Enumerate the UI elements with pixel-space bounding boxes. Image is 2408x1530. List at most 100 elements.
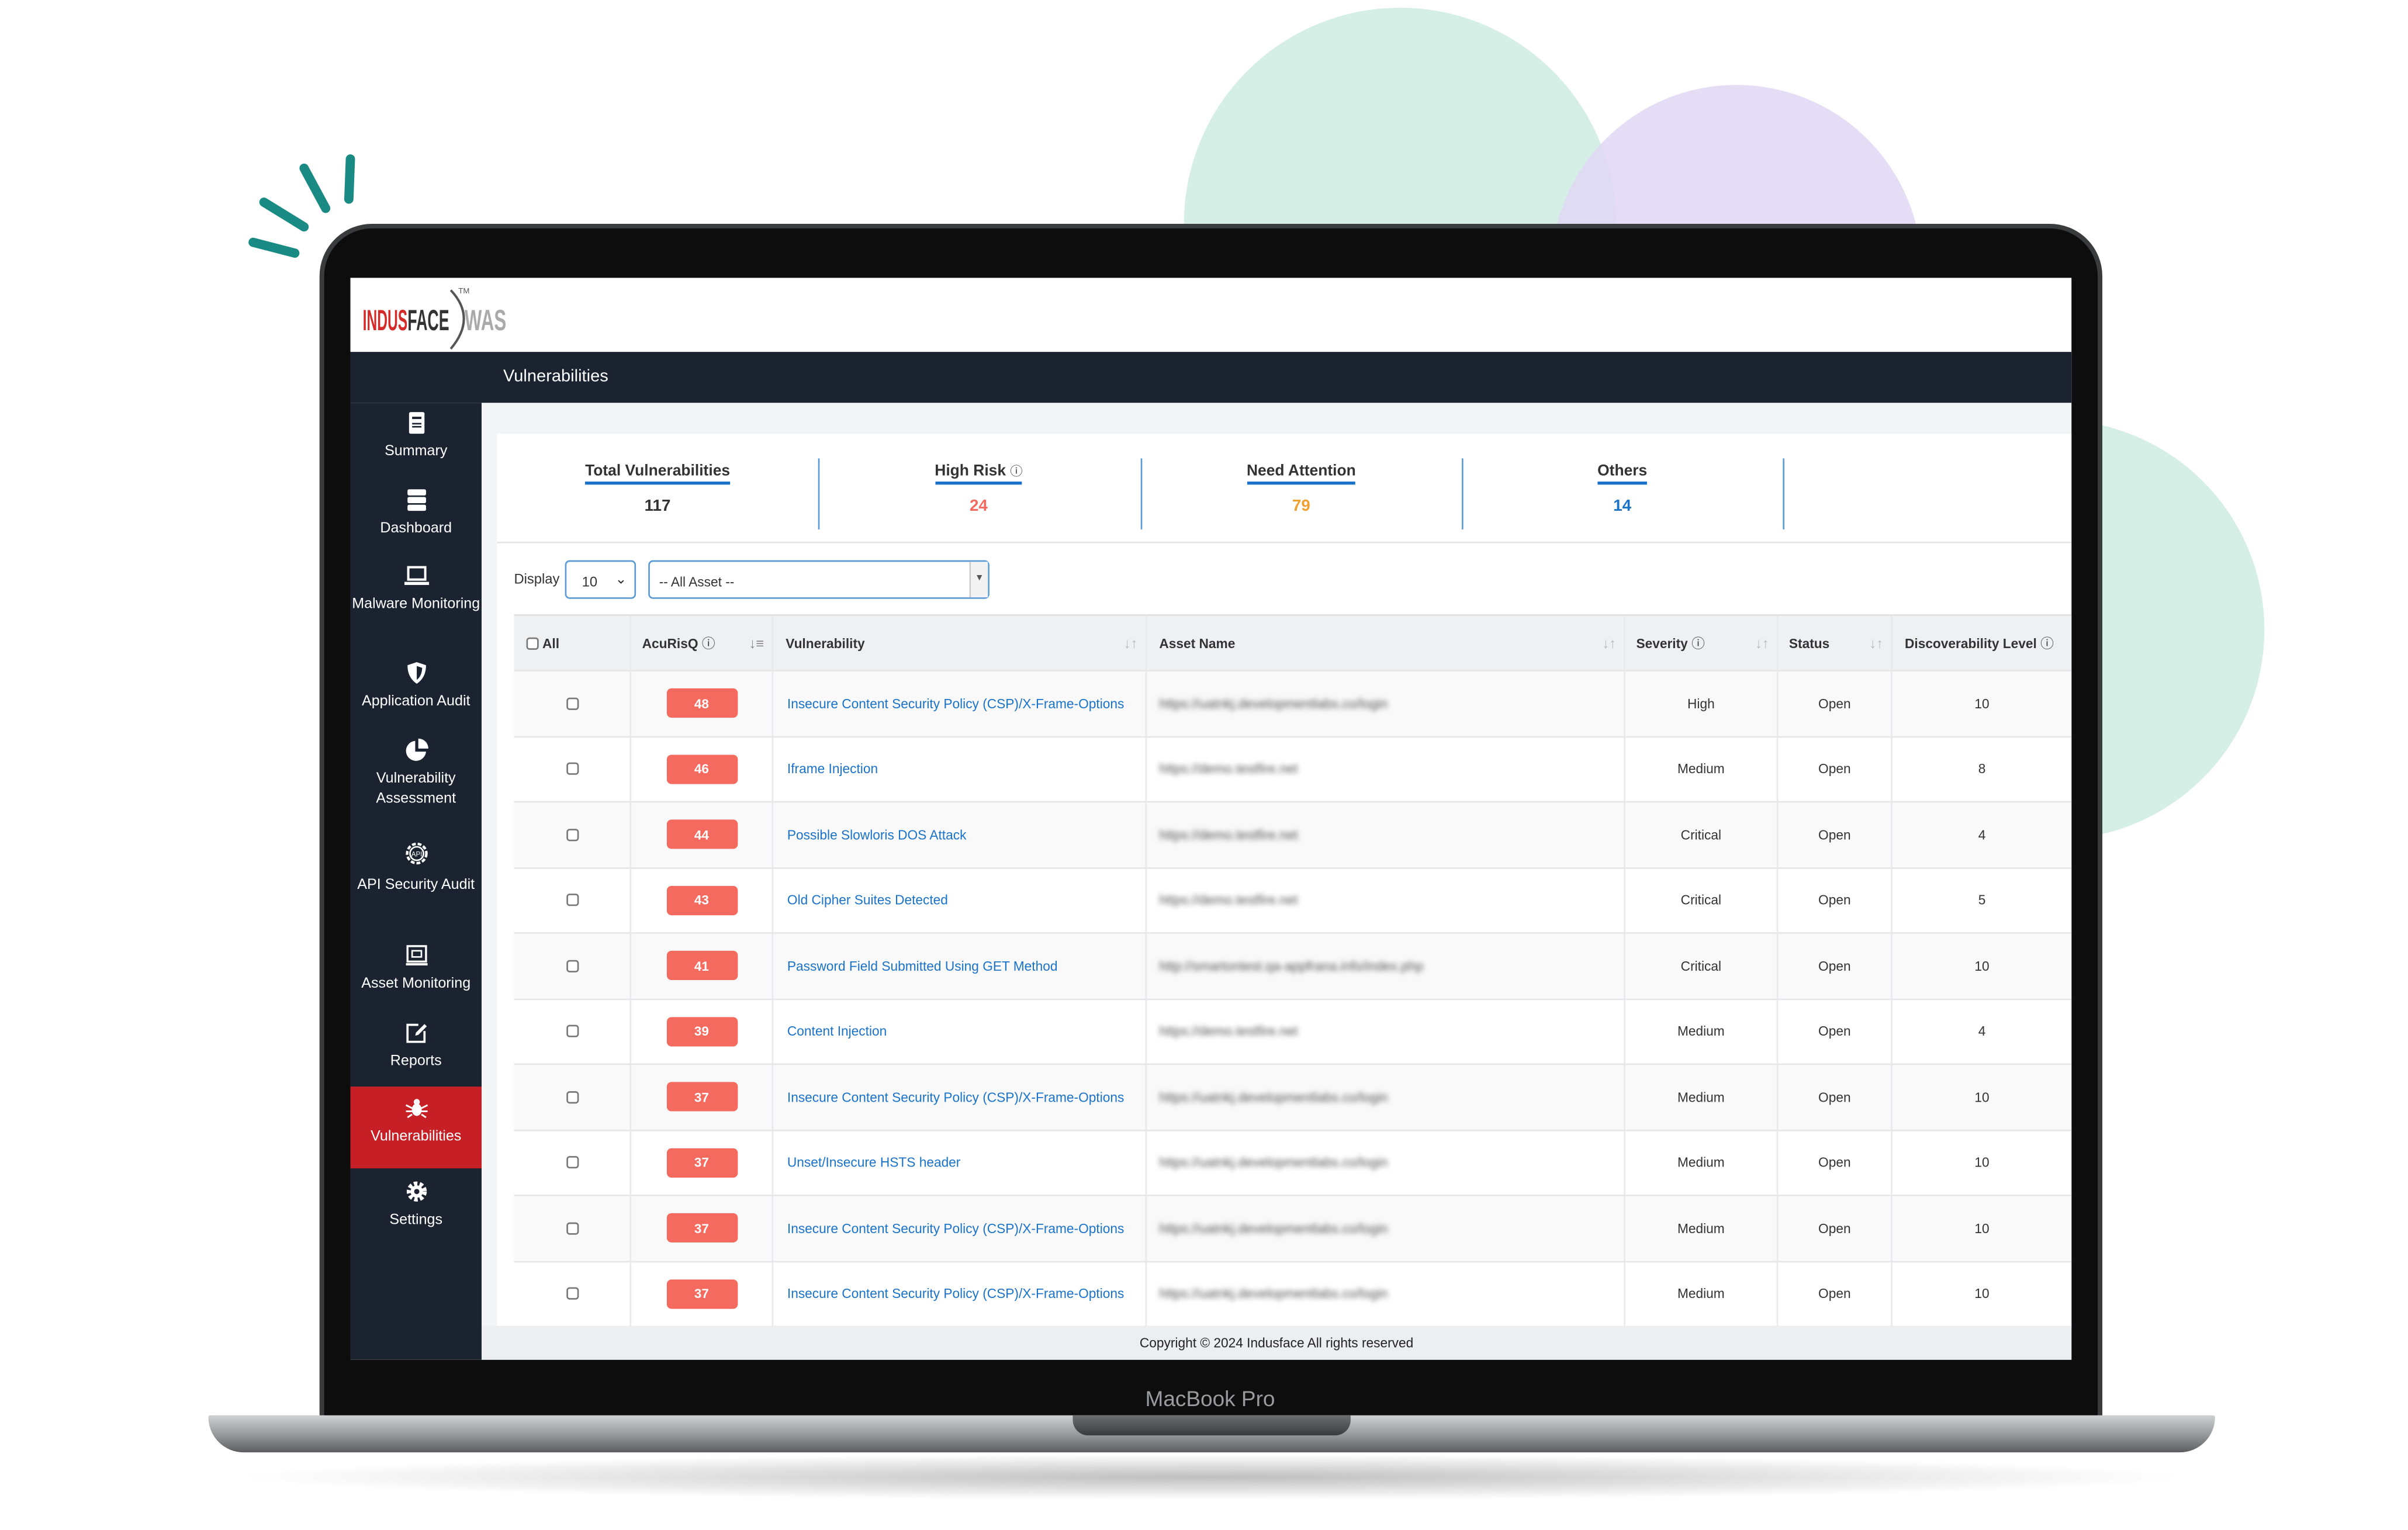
vulnerability-link[interactable]: Unset/Insecure HSTS header: [787, 1155, 960, 1170]
sidebar-item-settings[interactable]: Settings: [351, 1179, 482, 1249]
stat-label: Need Attention: [1246, 463, 1356, 485]
vulnerability-cell: Possible Slowloris DOS Attack: [771, 802, 1146, 867]
sidebar-label: Dashboard: [380, 520, 452, 538]
asset-filter-select[interactable]: -- All Asset -- ▼: [648, 560, 990, 599]
header-acurisq[interactable]: AcuRisQ ⓘ ↓≡: [629, 615, 772, 670]
row-checkbox[interactable]: [565, 1025, 579, 1038]
page-title: Vulnerabilities: [350, 352, 2072, 403]
stat-high-risk[interactable]: High Risk ⓘ 24: [818, 455, 1139, 515]
stat-value: 14: [1613, 497, 1632, 516]
table-row[interactable]: 37 Insecure Content Security Policy (CSP)…: [514, 1262, 2072, 1328]
row-checkbox[interactable]: [565, 1222, 579, 1235]
status: Open: [1818, 1220, 1851, 1236]
table-row[interactable]: 37 Insecure Content Security Policy (CSP)…: [514, 1196, 2072, 1262]
row-checkbox[interactable]: [565, 763, 579, 776]
select-all-checkbox[interactable]: [526, 636, 539, 649]
row-select[interactable]: [514, 737, 629, 801]
row-select[interactable]: [514, 1131, 629, 1195]
sort-icon[interactable]: ↓↑: [1755, 635, 1769, 650]
row-checkbox[interactable]: [565, 1091, 579, 1103]
row-select[interactable]: [514, 999, 629, 1064]
row-select[interactable]: [514, 934, 629, 998]
sidebar-item-asset-monitoring[interactable]: Asset Monitoring: [351, 943, 482, 1013]
sidebar-item-application-audit[interactable]: Application Audit: [351, 660, 482, 730]
sort-icon[interactable]: ↓↑: [1124, 635, 1138, 650]
sidebar-item-dashboard[interactable]: Dashboard: [351, 488, 482, 558]
vulnerability-cell: Unset/Insecure HSTS header: [771, 1130, 1146, 1195]
vulnerability-link[interactable]: Insecure Content Security Policy (CSP)/X…: [787, 1220, 1124, 1235]
asset-name: https://demo.testfire.net: [1159, 826, 1298, 843]
asset-name: https://demo.testfire.net: [1159, 761, 1298, 777]
table-row[interactable]: 37 Unset/Insecure HSTS header https://uatn…: [514, 1130, 2072, 1196]
sidebar-item-summary[interactable]: Summary: [351, 411, 482, 480]
header-status[interactable]: Status ↓↑: [1776, 615, 1891, 670]
acurisq-cell: 48: [629, 671, 772, 736]
row-checkbox[interactable]: [565, 960, 579, 972]
row-select[interactable]: [514, 1196, 629, 1261]
edit-icon: [406, 1023, 426, 1043]
discoverability-level: 4: [1978, 1023, 1986, 1040]
discoverability-level: 5: [1978, 892, 1986, 908]
vulnerability-link[interactable]: Content Injection: [787, 1024, 887, 1039]
row-checkbox[interactable]: [565, 1156, 579, 1169]
header-asset-name[interactable]: Asset Name ↓↑: [1145, 615, 1624, 670]
vulnerability-link[interactable]: Old Cipher Suites Detected: [787, 892, 948, 908]
status-cell: Open: [1776, 1130, 1891, 1195]
display-label: Display: [514, 571, 560, 587]
row-checkbox[interactable]: [565, 828, 579, 841]
app-screen: INDUS FACE WAS TM Vulnerabilities Summar…: [350, 278, 2072, 1360]
sort-desc-icon[interactable]: ↓≡: [749, 635, 764, 650]
marketing-stage: MacBook Pro INDUS FACE WAS TM Vulnerabil…: [0, 0, 2408, 1529]
acurisq-badge: 46: [666, 754, 738, 784]
row-select[interactable]: [514, 671, 629, 736]
gear-icon: [406, 1181, 426, 1202]
sidebar-item-reports[interactable]: Reports: [351, 1020, 482, 1090]
header-vulnerability[interactable]: Vulnerability ↓↑: [771, 615, 1146, 670]
status: Open: [1818, 826, 1851, 843]
header-severity[interactable]: Severity ⓘ ↓↑: [1624, 615, 1776, 670]
sidebar-label: Summary: [385, 442, 448, 461]
row-select[interactable]: [514, 802, 629, 867]
table-row[interactable]: 46 Iframe Injection https://demo.testfire.…: [514, 737, 2072, 803]
select-value: 10: [582, 574, 598, 590]
sidebar-label: Vulnerability Assessment: [376, 770, 456, 808]
header-discoverability[interactable]: Discoverability Level ⓘ: [1891, 615, 2071, 670]
vulnerability-link[interactable]: Possible Slowloris DOS Attack: [787, 827, 967, 842]
vulnerability-link[interactable]: Insecure Content Security Policy (CSP)/X…: [787, 1286, 1124, 1301]
stat-others[interactable]: Others 14: [1462, 455, 1783, 515]
vulnerability-link[interactable]: Password Field Submitted Using GET Metho…: [787, 958, 1058, 973]
sidebar-item-malware-monitoring[interactable]: Malware Monitoring: [351, 563, 482, 648]
sidebar-item-vulnerabilities[interactable]: Vulnerabilities: [350, 1086, 482, 1169]
vulnerability-link[interactable]: Insecure Content Security Policy (CSP)/X…: [787, 1089, 1124, 1105]
table-row[interactable]: 48 Insecure Content Security Policy (CSP)…: [514, 671, 2072, 738]
stat-total-vulnerabilities[interactable]: Total Vulnerabilities 117: [497, 455, 818, 515]
sidebar-item-api-security-audit[interactable]: API API Security Audit: [351, 838, 482, 927]
table-row[interactable]: 44 Possible Slowloris DOS Attack https://d…: [514, 802, 2072, 868]
row-select[interactable]: [514, 1262, 629, 1326]
row-checkbox[interactable]: [565, 1287, 579, 1300]
sort-icon[interactable]: ↓↑: [1602, 635, 1616, 650]
row-checkbox[interactable]: [565, 697, 579, 710]
row-select[interactable]: [514, 1065, 629, 1129]
header-label: Status: [1788, 635, 1830, 651]
row-select[interactable]: [514, 868, 629, 933]
table-row[interactable]: 41 Password Field Submitted Using GET Met…: [514, 933, 2072, 1000]
table-row[interactable]: 43 Old Cipher Suites Detected https://demo…: [514, 868, 2072, 934]
sort-icon[interactable]: ↓↑: [1869, 635, 1883, 650]
severity: Medium: [1677, 1023, 1725, 1040]
asset-name: https://demo.testfire.net: [1159, 1023, 1298, 1040]
severity-cell: Medium: [1624, 1130, 1776, 1195]
vulnerability-link[interactable]: Iframe Injection: [787, 761, 878, 777]
stat-need-attention[interactable]: Need Attention 79: [1141, 455, 1462, 515]
vulnerability-link[interactable]: Insecure Content Security Policy (CSP)/X…: [787, 695, 1124, 711]
table-row[interactable]: 39 Content Injection https://demo.testfire…: [514, 999, 2072, 1065]
indusface-logo[interactable]: INDUS FACE WAS TM: [363, 281, 510, 352]
row-checkbox[interactable]: [565, 894, 579, 906]
display-count-select[interactable]: 10 ⌄: [565, 560, 636, 599]
status-cell: Open: [1776, 1065, 1891, 1129]
acurisq-cell: 37: [629, 1130, 772, 1195]
table-row[interactable]: 37 Insecure Content Security Policy (CSP)…: [514, 1065, 2072, 1131]
sidebar-item-vulnerability-assessment[interactable]: Vulnerability Assessment: [351, 738, 482, 822]
select-all[interactable]: All: [514, 616, 629, 670]
discoverability-level: 10: [1974, 958, 1990, 974]
